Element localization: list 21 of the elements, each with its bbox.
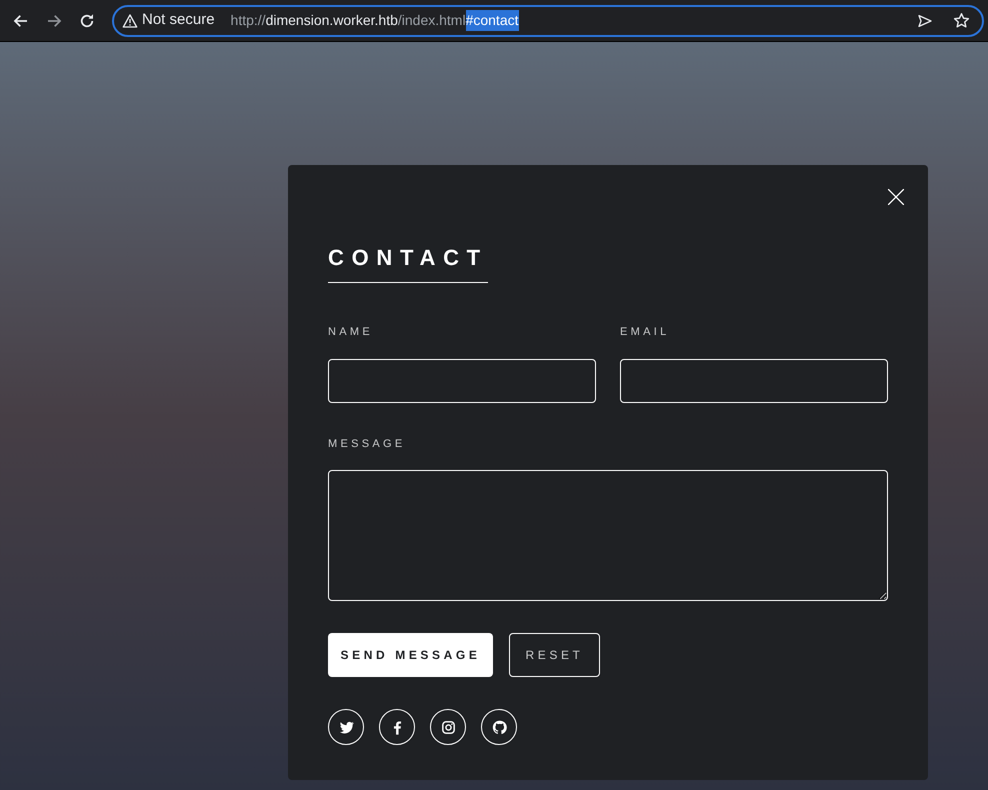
star-icon[interactable] [953,12,970,29]
message-field[interactable] [328,470,888,601]
input-field[interactable] [620,358,888,402]
close-icon[interactable] [888,189,904,205]
reset-button[interactable]: RESET [509,633,600,677]
warning-icon [122,12,138,28]
social-link[interactable] [481,709,517,745]
social-link[interactable] [328,709,364,745]
camera-icon [440,718,456,736]
social-link[interactable] [379,709,415,745]
security-label: Not secure [142,10,216,30]
field-label: NAME [328,325,373,340]
modal-title: CONTACT [328,241,488,283]
field-label: EMAIL [620,325,670,340]
cat-icon [490,718,508,736]
social-link[interactable] [430,709,466,745]
send-button[interactable]: SEND MESSAGE [328,633,493,677]
reload-icon[interactable] [78,12,96,30]
send-icon[interactable] [917,12,933,28]
input-field[interactable] [328,358,596,402]
field-label: MESSAGE [328,436,406,452]
